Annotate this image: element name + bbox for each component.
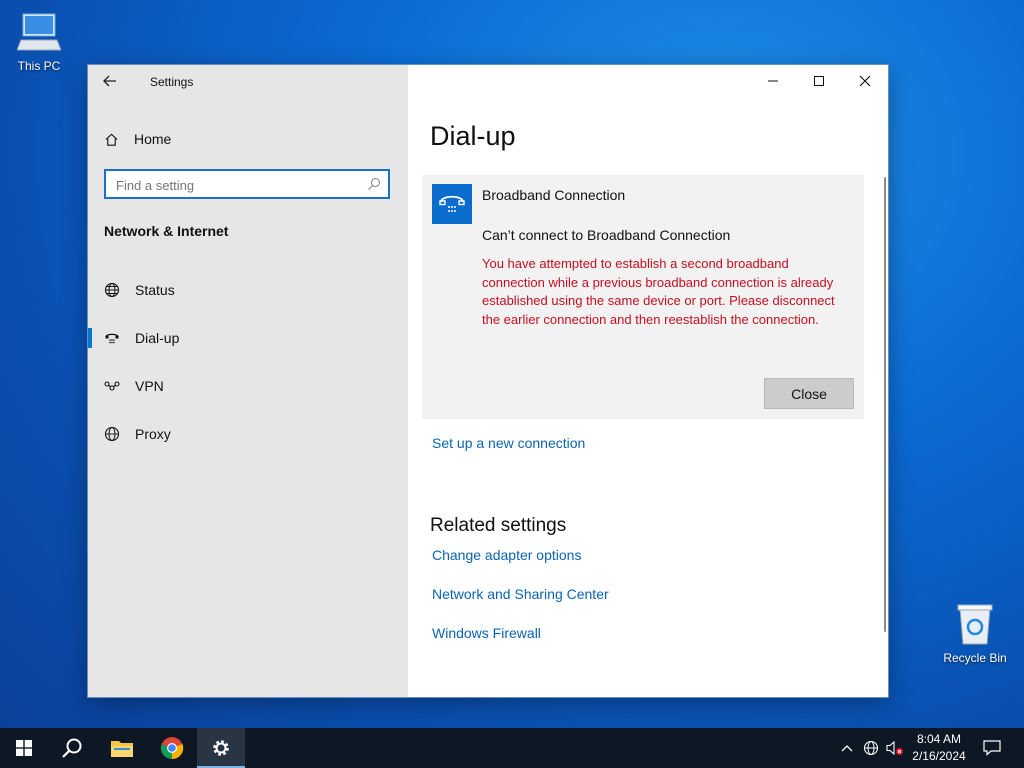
taskbar-clock[interactable]: 8:04 AM 2/16/2024 <box>903 731 975 765</box>
search-input[interactable] <box>114 175 358 195</box>
nav-item-label: Dial-up <box>135 330 180 346</box>
chrome-icon <box>160 737 184 760</box>
file-explorer-button[interactable] <box>98 728 146 768</box>
setup-new-connection-link[interactable]: Set up a new connection <box>432 435 585 451</box>
chevron-up-icon <box>841 745 853 752</box>
desktop-icon-label: This PC <box>17 59 61 73</box>
globe-icon <box>104 426 120 442</box>
back-button[interactable] <box>102 73 124 91</box>
close-window-button[interactable] <box>842 65 888 97</box>
page-title: Dial-up <box>430 121 516 151</box>
start-button[interactable] <box>0 728 48 768</box>
network-sharing-center-link[interactable]: Network and Sharing Center <box>432 586 609 602</box>
dial-up-icon <box>104 331 120 345</box>
dial-up-connection-icon <box>432 184 472 224</box>
nav-item-label: VPN <box>135 378 164 394</box>
home-icon <box>104 132 120 147</box>
windows-logo-icon <box>16 740 32 756</box>
error-message: You have attempted to establish a second… <box>482 256 835 327</box>
app-title: Settings <box>150 75 194 89</box>
search-icon <box>367 177 381 196</box>
vpn-icon <box>104 380 120 392</box>
clock-date: 2/16/2024 <box>912 749 966 763</box>
network-tray-button[interactable] <box>860 728 882 768</box>
arrow-left-icon <box>103 75 116 87</box>
search-taskbar-button[interactable] <box>48 728 96 768</box>
error-title: Can’t connect to Broadband Connection <box>482 227 731 243</box>
change-adapter-options-link[interactable]: Change adapter options <box>432 547 581 563</box>
search-box[interactable] <box>104 169 390 199</box>
nav-item-status[interactable]: Status <box>88 270 408 310</box>
notification-icon <box>983 740 1001 756</box>
close-icon <box>859 75 871 87</box>
desktop-icon-this-pc[interactable]: This PC <box>0 10 79 73</box>
nav-section-title: Network & Internet <box>104 223 229 239</box>
nav-item-dial-up[interactable]: Dial-up <box>88 318 408 358</box>
clock-time: 8:04 AM <box>916 732 962 746</box>
connection-card: Broadband Connection Can’t connect to Br… <box>422 175 864 419</box>
computer-icon <box>16 13 62 57</box>
volume-muted-icon <box>886 740 903 756</box>
maximize-icon <box>814 76 824 86</box>
recycle-bin-icon <box>955 604 995 649</box>
show-hidden-icons-button[interactable] <box>836 728 858 768</box>
chrome-button[interactable] <box>148 728 196 768</box>
nav-item-vpn[interactable]: VPN <box>88 366 408 406</box>
minimize-icon <box>768 80 778 82</box>
taskbar: 8:04 AM 2/16/2024 <box>0 728 1024 768</box>
maximize-button[interactable] <box>796 65 842 97</box>
settings-nav-pane: Settings Home Network & Internet Status <box>88 65 408 697</box>
related-settings-title: Related settings <box>430 515 567 536</box>
nav-item-proxy[interactable]: Proxy <box>88 414 408 454</box>
settings-window: Settings Home Network & Internet Status <box>88 65 888 697</box>
desktop-icon-label: Recycle Bin <box>943 651 1007 665</box>
folder-icon <box>111 741 133 757</box>
settings-taskbar-button[interactable] <box>197 728 245 768</box>
nav-home[interactable]: Home <box>104 128 171 150</box>
connection-name: Broadband Connection <box>482 187 626 203</box>
windows-firewall-link[interactable]: Windows Firewall <box>432 625 541 641</box>
nav-item-label: Status <box>135 282 175 298</box>
nav-home-label: Home <box>134 131 172 147</box>
gear-icon <box>213 740 229 756</box>
close-button[interactable]: Close <box>764 378 854 409</box>
nav-item-label: Proxy <box>135 426 171 442</box>
search-icon <box>62 738 82 758</box>
settings-content-pane: Dial-up Broadband Connection Can’t conne… <box>408 65 888 697</box>
globe-status-icon <box>104 282 120 298</box>
desktop-icon-recycle-bin[interactable]: Recycle Bin <box>935 602 1015 665</box>
network-globe-icon <box>863 740 879 756</box>
content-scrollbar[interactable] <box>884 177 886 632</box>
action-center-button[interactable] <box>976 728 1008 768</box>
minimize-button[interactable] <box>750 65 796 97</box>
